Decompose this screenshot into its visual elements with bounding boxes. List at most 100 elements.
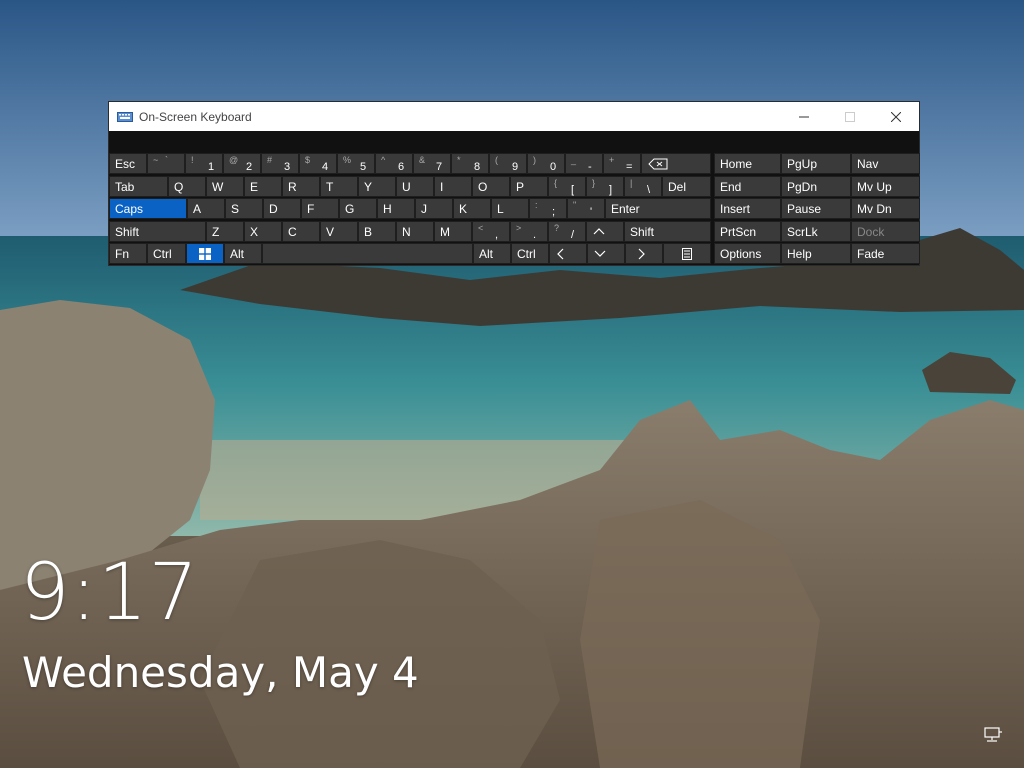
key-ctrl-right[interactable]: Ctrl — [511, 243, 549, 264]
key-options[interactable]: Options — [714, 243, 781, 264]
key-shift-left[interactable]: Shift — [109, 221, 206, 242]
key-help[interactable]: Help — [781, 243, 851, 264]
key-windows[interactable] — [186, 243, 224, 264]
key-5[interactable]: % 5 — [337, 153, 375, 174]
key-esc[interactable]: Esc — [109, 153, 147, 174]
lock-screen-date: Wednesday, May 4 — [22, 648, 419, 697]
key-ctrl-left[interactable]: Ctrl — [147, 243, 186, 264]
key-z[interactable]: Z — [206, 221, 244, 242]
key-backslash[interactable]: | \ — [624, 176, 662, 197]
key-del[interactable]: Del — [662, 176, 711, 197]
keyboard-keys: Esc ~ ` ! 1 @2 #3 $4 % 5 ^ 6 & 7 * 8 (9 ) 0 _ - … — [109, 153, 921, 266]
key-mv-dn[interactable]: Mv Dn — [851, 198, 920, 219]
key-caps[interactable]: Caps — [109, 198, 187, 219]
key-m[interactable]: M — [434, 221, 472, 242]
key-d[interactable]: D — [263, 198, 301, 219]
key-arrow-down[interactable] — [587, 243, 625, 264]
key-insert[interactable]: Insert — [714, 198, 781, 219]
arrow-down-icon — [594, 250, 606, 257]
key-semicolon[interactable]: :; — [529, 198, 567, 219]
key-n[interactable]: N — [396, 221, 434, 242]
key-o[interactable]: O — [472, 176, 510, 197]
network-icon[interactable] — [983, 727, 1003, 743]
key-8[interactable]: * 8 — [451, 153, 489, 174]
key-t[interactable]: T — [320, 176, 358, 197]
key-1[interactable]: ! 1 — [185, 153, 223, 174]
key-backspace[interactable] — [641, 153, 711, 174]
maximize-icon — [845, 111, 855, 122]
key-r[interactable]: R — [282, 176, 320, 197]
key-arrow-up[interactable] — [586, 221, 624, 242]
key-nav[interactable]: Nav — [851, 153, 920, 174]
key-open-bracket[interactable]: {[ — [548, 176, 586, 197]
key-space[interactable] — [262, 243, 473, 264]
key-3[interactable]: #3 — [261, 153, 299, 174]
lock-screen-time: 9:17 — [20, 548, 200, 638]
key-close-bracket[interactable]: }] — [586, 176, 624, 197]
close-button[interactable] — [873, 102, 919, 131]
key-equals[interactable]: + = — [603, 153, 641, 174]
key-alt-left[interactable]: Alt — [224, 243, 262, 264]
key-a[interactable]: A — [187, 198, 225, 219]
key-q[interactable]: Q — [168, 176, 206, 197]
key-comma[interactable]: <, — [472, 221, 510, 242]
key-shift-right[interactable]: Shift — [624, 221, 711, 242]
key-h[interactable]: H — [377, 198, 415, 219]
backspace-icon — [648, 158, 668, 170]
key-6[interactable]: ^ 6 — [375, 153, 413, 174]
key-p[interactable]: P — [510, 176, 548, 197]
key-menu[interactable] — [663, 243, 711, 264]
key-4[interactable]: $4 — [299, 153, 337, 174]
key-pgup[interactable]: PgUp — [781, 153, 851, 174]
key-v[interactable]: V — [320, 221, 358, 242]
key-f[interactable]: F — [301, 198, 339, 219]
key-dock[interactable]: Dock — [851, 221, 920, 242]
key-k[interactable]: K — [453, 198, 491, 219]
key-7[interactable]: & 7 — [413, 153, 451, 174]
key-j[interactable]: J — [415, 198, 453, 219]
arrow-right-icon — [638, 248, 645, 260]
key-fn[interactable]: Fn — [109, 243, 147, 264]
key-minus[interactable]: _ - — [565, 153, 603, 174]
title-bar[interactable]: On-Screen Keyboard — [109, 102, 919, 131]
key-home[interactable]: Home — [714, 153, 781, 174]
key-quote[interactable]: " ' — [567, 198, 605, 219]
key-l[interactable]: L — [491, 198, 529, 219]
menu-icon — [682, 248, 692, 260]
key-pause[interactable]: Pause — [781, 198, 851, 219]
key-i[interactable]: I — [434, 176, 472, 197]
keyboard-icon — [117, 111, 133, 122]
key-enter[interactable]: Enter — [605, 198, 711, 219]
window-title: On-Screen Keyboard — [139, 109, 252, 124]
key-y[interactable]: Y — [358, 176, 396, 197]
key-e[interactable]: E — [244, 176, 282, 197]
key-alt-right[interactable]: Alt — [473, 243, 511, 264]
key-u[interactable]: U — [396, 176, 434, 197]
key-arrow-right[interactable] — [625, 243, 663, 264]
key-tab[interactable]: Tab — [109, 176, 168, 197]
key-c[interactable]: C — [282, 221, 320, 242]
key-2[interactable]: @2 — [223, 153, 261, 174]
key-pgdn[interactable]: PgDn — [781, 176, 851, 197]
key-b[interactable]: B — [358, 221, 396, 242]
key-g[interactable]: G — [339, 198, 377, 219]
key-w[interactable]: W — [206, 176, 244, 197]
minimize-button[interactable] — [781, 102, 827, 131]
key-arrow-left[interactable] — [549, 243, 587, 264]
key-fade[interactable]: Fade — [851, 243, 920, 264]
key-tilde[interactable]: ~ ` — [147, 153, 185, 174]
key-mv-up[interactable]: Mv Up — [851, 176, 920, 197]
arrow-left-icon — [557, 248, 564, 260]
windows-icon — [199, 248, 211, 260]
arrow-up-icon — [593, 228, 605, 235]
key-x[interactable]: X — [244, 221, 282, 242]
key-0[interactable]: ) 0 — [527, 153, 565, 174]
key-9[interactable]: (9 — [489, 153, 527, 174]
key-slash[interactable]: ? / — [548, 221, 586, 242]
key-prtscn[interactable]: PrtScn — [714, 221, 781, 242]
maximize-button[interactable] — [827, 102, 873, 131]
key-scrlk[interactable]: ScrLk — [781, 221, 851, 242]
key-end[interactable]: End — [714, 176, 781, 197]
key-s[interactable]: S — [225, 198, 263, 219]
key-period[interactable]: >. — [510, 221, 548, 242]
